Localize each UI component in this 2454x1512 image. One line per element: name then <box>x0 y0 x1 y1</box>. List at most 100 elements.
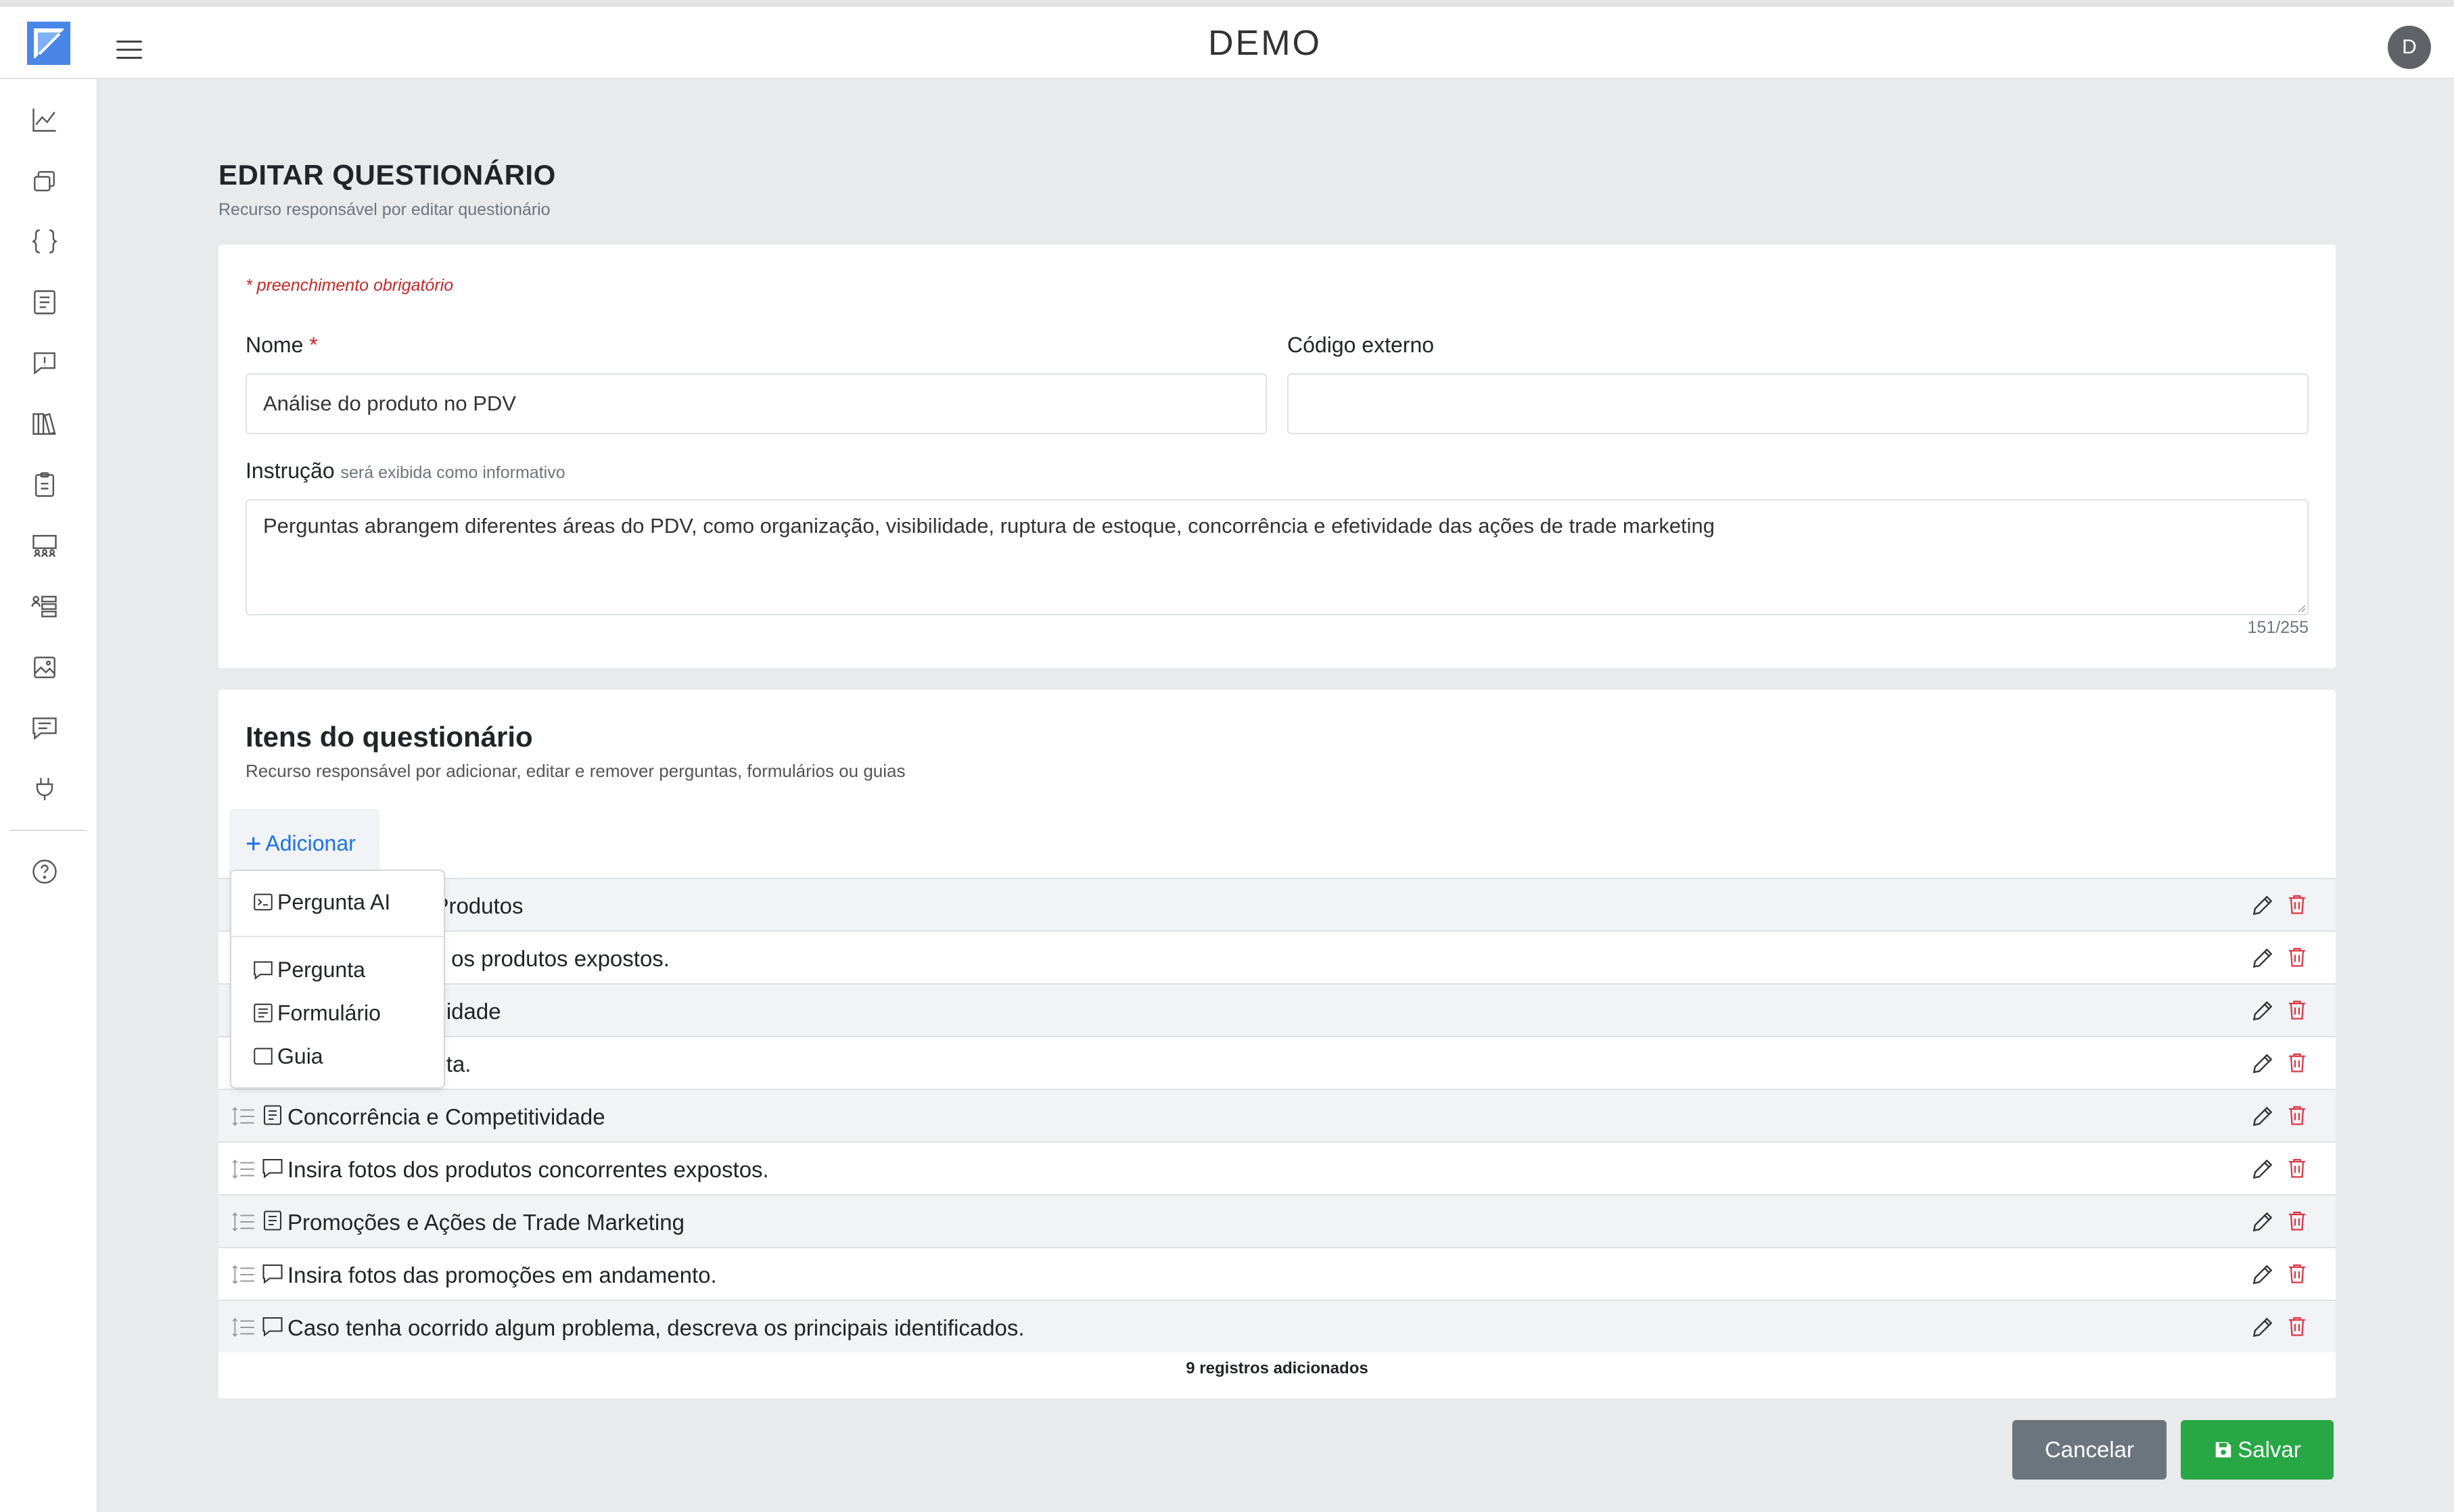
trash-icon[interactable] <box>2285 1208 2309 1235</box>
alert-message-icon[interactable] <box>30 348 60 378</box>
trash-icon[interactable] <box>2285 892 2309 919</box>
external-code-input[interactable] <box>1287 373 2309 434</box>
item-row[interactable]: Insira fotos das promoções em andamento. <box>218 1247 2336 1300</box>
drag-handle-icon[interactable] <box>231 1315 256 1339</box>
name-input[interactable]: Análise do produto no PDV <box>246 373 1267 434</box>
library-icon[interactable] <box>30 409 60 439</box>
form-icon <box>260 1103 285 1129</box>
drag-handle-icon[interactable] <box>231 1262 256 1286</box>
dropdown-item-question[interactable]: Pergunta <box>252 958 365 983</box>
trash-icon[interactable] <box>2285 1261 2309 1288</box>
form-icon <box>254 1003 273 1022</box>
pencil-icon[interactable] <box>2250 1104 2275 1129</box>
instruction-label-text: Instrução <box>246 458 335 483</box>
resize-grip-icon[interactable] <box>2295 602 2306 613</box>
name-label-text: Nome <box>246 333 304 357</box>
user-list-icon[interactable] <box>30 592 60 621</box>
dropdown-item-label: Guia <box>277 1044 323 1068</box>
group-users-icon[interactable] <box>30 531 60 561</box>
item-row[interactable]: Concorrência e Competitividade <box>218 1089 2336 1141</box>
dropdown-item-form[interactable]: Formulário <box>252 1001 381 1026</box>
item-row-text: Insira fotos das promoções em andamento. <box>287 1262 717 1287</box>
clipboard-icon[interactable] <box>30 470 60 500</box>
item-row[interactable]: Caso tenha ocorrido algum problema, desc… <box>218 1300 2336 1352</box>
trash-icon[interactable] <box>2285 945 2309 972</box>
cancel-button[interactable]: Cancelar <box>2012 1420 2167 1480</box>
instruction-textarea[interactable]: Perguntas abrangem diferentes áreas do P… <box>246 499 2309 615</box>
chat-icon[interactable] <box>30 713 60 743</box>
dropdown-divider <box>231 936 444 937</box>
plus-icon: + <box>246 829 262 859</box>
instruction-text: Perguntas abrangem diferentes áreas do P… <box>263 514 1715 538</box>
questionnaire-items-card: Itens do questionário Recurso responsáve… <box>218 690 2336 1398</box>
pencil-icon[interactable] <box>2250 893 2275 918</box>
name-label: Nome * <box>246 333 318 358</box>
plug-icon[interactable] <box>30 774 60 804</box>
question-icon <box>260 1261 285 1287</box>
top-bar: DEMO D <box>0 7 2454 79</box>
item-row[interactable]: rateleira completa. <box>218 1036 2336 1089</box>
dropdown-item-ai-question[interactable]: Pergunta AI <box>252 890 390 915</box>
chart-line-icon[interactable] <box>30 105 60 135</box>
item-row[interactable]: que e Disponibilidade <box>218 983 2336 1036</box>
trash-icon[interactable] <box>2285 1314 2309 1341</box>
pencil-icon[interactable] <box>2250 1156 2275 1182</box>
sidebar <box>0 79 97 1512</box>
guide-icon <box>254 1047 273 1065</box>
item-row-text: Concorrência e Competitividade <box>287 1104 605 1129</box>
pencil-icon[interactable] <box>2250 1262 2275 1287</box>
items-section-title: Itens do questionário <box>246 721 533 753</box>
items-section-subtitle: Recurso responsável por adicionar, edita… <box>246 761 906 781</box>
question-icon <box>260 1314 285 1340</box>
trash-icon[interactable] <box>2285 1050 2309 1077</box>
question-icon <box>260 1156 285 1181</box>
form-icon <box>260 1208 285 1234</box>
external-code-label: Código externo <box>1287 333 1435 357</box>
app-logo[interactable] <box>27 22 70 65</box>
user-avatar[interactable]: D <box>2388 26 2431 69</box>
dropdown-item-guide[interactable]: Guia <box>252 1044 323 1069</box>
instruction-hint: será exibida como informativo <box>340 463 565 482</box>
pencil-icon[interactable] <box>2250 945 2275 971</box>
questionnaire-form-card: * preenchimento obrigatório Nome * Análi… <box>218 245 2336 668</box>
item-row[interactable]: Promoções e Ações de Trade Marketing <box>218 1194 2336 1247</box>
copy-stack-icon[interactable] <box>30 166 60 195</box>
item-row[interactable]: PDV mostrando os produtos expostos. <box>218 930 2336 983</box>
dropdown-item-label: Pergunta <box>277 958 365 982</box>
save-button-label: Salvar <box>2238 1437 2301 1462</box>
floppy-disk-icon <box>2215 1442 2231 1458</box>
image-icon[interactable] <box>30 653 60 682</box>
trash-icon[interactable] <box>2285 1156 2309 1183</box>
app-root: DEMO D EDITAR QUESTIONÁRIO Recurso respo… <box>0 0 2454 1512</box>
item-row-text: Promoções e Ações de Trade Marketing <box>287 1210 685 1235</box>
checklist-icon[interactable] <box>30 287 60 317</box>
trash-icon[interactable] <box>2285 1103 2309 1130</box>
page-subtitle: Recurso responsável por editar questioná… <box>218 200 551 219</box>
drag-handle-icon[interactable] <box>231 1104 256 1128</box>
sidebar-divider <box>9 830 87 831</box>
question-icon <box>254 961 273 980</box>
add-item-label: Adicionar <box>265 831 356 855</box>
help-icon[interactable] <box>30 857 60 887</box>
required-note: * preenchimento obrigatório <box>246 276 454 295</box>
top-strip <box>0 0 2454 7</box>
instruction-label: Instrução será exibida como informativo <box>246 458 565 483</box>
terminal-icon <box>254 893 273 911</box>
pencil-icon[interactable] <box>2250 998 2275 1024</box>
item-row-text: Caso tenha ocorrido algum problema, desc… <box>287 1315 1025 1340</box>
menu-toggle-icon[interactable] <box>116 41 142 61</box>
trash-icon[interactable] <box>2285 997 2309 1024</box>
braces-icon[interactable] <box>30 227 60 256</box>
dropdown-item-label: Formulário <box>277 1001 381 1025</box>
pencil-icon[interactable] <box>2250 1209 2275 1235</box>
pencil-icon[interactable] <box>2250 1315 2275 1340</box>
required-star: * <box>309 333 318 357</box>
drag-handle-icon[interactable] <box>231 1156 256 1181</box>
drag-handle-icon[interactable] <box>231 1209 256 1233</box>
pencil-icon[interactable] <box>2250 1051 2275 1077</box>
add-item-button[interactable]: + Adicionar <box>229 809 379 878</box>
save-button[interactable]: Salvar <box>2181 1420 2334 1480</box>
dropdown-item-label: Pergunta AI <box>277 890 391 914</box>
item-row[interactable]: Insira fotos dos produtos concorrentes e… <box>218 1141 2336 1194</box>
item-row[interactable]: Disposição de Produtos <box>218 878 2336 930</box>
